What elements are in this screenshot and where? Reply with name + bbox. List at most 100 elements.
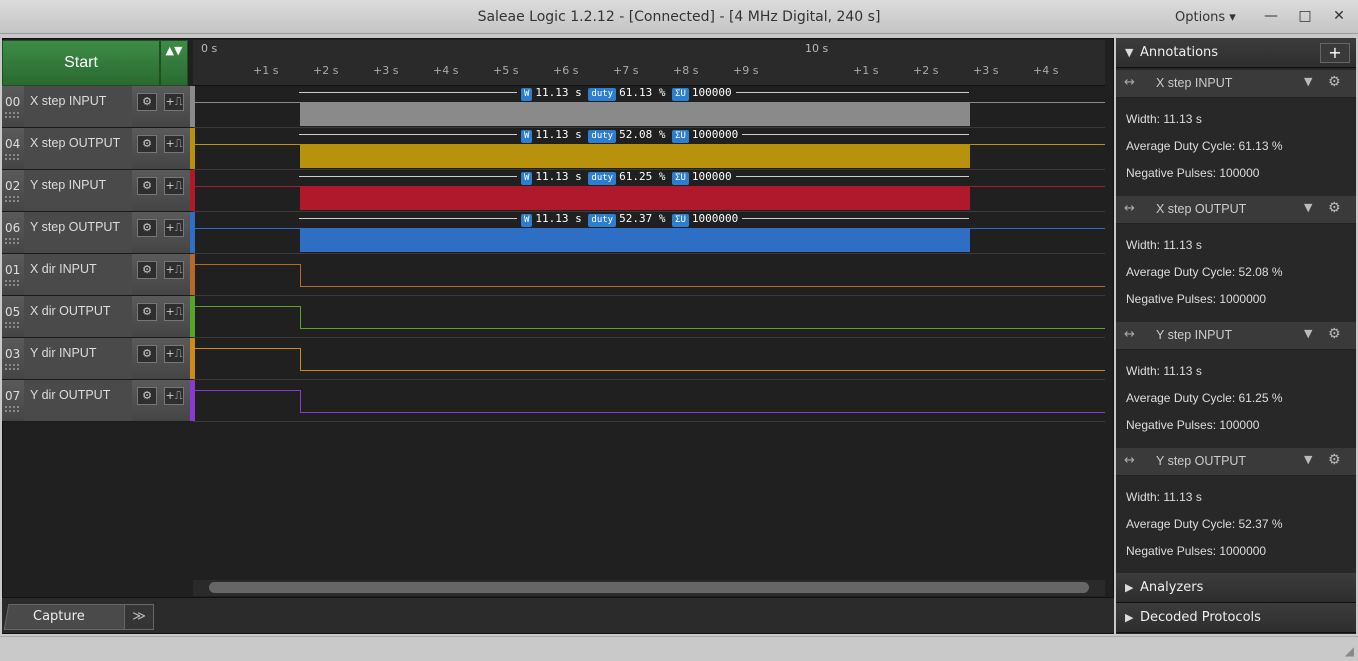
ruler-tick: +3 s xyxy=(373,64,399,77)
high-level xyxy=(193,348,300,349)
drag-grip-icon[interactable] xyxy=(5,238,19,244)
drag-grip-icon[interactable] xyxy=(5,154,19,160)
gear-icon[interactable]: ⚙ xyxy=(137,303,157,321)
add-annotation-button[interactable]: + xyxy=(1320,43,1350,63)
channel-row[interactable]: 04 X step OUTPUT ⚙ +⎍ xyxy=(2,128,195,170)
channel-trace[interactable] xyxy=(193,380,1105,422)
ruler-major-right: 10 s xyxy=(805,42,829,55)
annotation-header[interactable]: ↔ Y step OUTPUT ▼ ⚙ xyxy=(1116,448,1356,476)
gear-icon[interactable]: ⚙ xyxy=(137,135,157,153)
scrollbar-thumb[interactable] xyxy=(209,582,1089,593)
gear-icon[interactable]: ⚙ xyxy=(1328,452,1341,468)
gear-icon[interactable]: ⚙ xyxy=(1328,74,1341,90)
channel-name[interactable]: X step OUTPUT xyxy=(24,128,132,169)
annotations-title: Annotations xyxy=(1140,45,1219,60)
measurement-bar: W 11.13 s duty 52.37 % ΣU 1000000 xyxy=(299,212,969,227)
annotation-channel[interactable]: Y step INPUT xyxy=(1156,328,1232,342)
channel-row[interactable]: 01 X dir INPUT ⚙ +⎍ xyxy=(2,254,195,296)
channel-name[interactable]: Y step OUTPUT xyxy=(24,212,132,253)
count-badge: ΣU xyxy=(672,172,689,185)
channel-row[interactable]: 06 Y step OUTPUT ⚙ +⎍ xyxy=(2,212,195,254)
gear-icon[interactable]: ⚙ xyxy=(137,219,157,237)
channel-trace[interactable]: W 11.13 s duty 61.13 % ΣU 100000 xyxy=(193,86,1105,128)
start-button[interactable]: Start xyxy=(2,40,160,86)
expand-tab[interactable]: ≫ xyxy=(124,604,154,630)
chevron-down-icon[interactable]: ▼ xyxy=(1304,201,1312,214)
gear-icon[interactable]: ⚙ xyxy=(137,177,157,195)
channel-trace[interactable] xyxy=(193,254,1105,296)
resize-grip-icon[interactable]: ◢ xyxy=(1345,644,1354,658)
channel-number: 00 xyxy=(5,95,21,109)
annotation-channel[interactable]: X step OUTPUT xyxy=(1156,202,1246,216)
duty-value: 61.13 % xyxy=(619,86,666,99)
channel-name[interactable]: X dir INPUT xyxy=(24,254,132,295)
maximize-button[interactable]: □ xyxy=(1291,5,1319,27)
duty-value: 52.08 % xyxy=(619,128,666,141)
trigger-icon[interactable]: +⎍ xyxy=(164,135,184,153)
annotation-channel[interactable]: X step INPUT xyxy=(1156,76,1232,90)
trigger-icon[interactable]: +⎍ xyxy=(164,219,184,237)
trigger-icon[interactable]: +⎍ xyxy=(164,345,184,363)
drag-grip-icon[interactable] xyxy=(5,280,19,286)
drag-grip-icon[interactable] xyxy=(5,364,19,370)
channel-trace[interactable]: W 11.13 s duty 52.08 % ΣU 1000000 xyxy=(193,128,1105,170)
channel-name[interactable]: X step INPUT xyxy=(24,86,132,127)
annotation-duty: Average Duty Cycle: 52.08 % xyxy=(1126,265,1283,279)
gear-icon[interactable]: ⚙ xyxy=(1328,200,1341,216)
trigger-icon[interactable]: +⎍ xyxy=(164,303,184,321)
start-options-arrows[interactable]: ▲▼ xyxy=(160,40,188,86)
channel-name[interactable]: Y dir OUTPUT xyxy=(24,380,132,421)
gear-icon[interactable]: ⚙ xyxy=(137,93,157,111)
close-button[interactable]: ✕ xyxy=(1325,5,1353,27)
channel-name[interactable]: X dir OUTPUT xyxy=(24,296,132,337)
trigger-icon[interactable]: +⎍ xyxy=(164,93,184,111)
channel-trace[interactable]: W 11.13 s duty 52.37 % ΣU 1000000 xyxy=(193,212,1105,254)
width-value: 11.13 s xyxy=(535,86,582,99)
measurement-bar: W 11.13 s duty 61.13 % ΣU 100000 xyxy=(299,86,969,101)
annotation-header[interactable]: ↔ X step INPUT ▼ ⚙ xyxy=(1116,70,1356,98)
channel-name[interactable]: Y dir INPUT xyxy=(24,338,132,379)
waveform-area[interactable]: W 11.13 s duty 61.13 % ΣU 100000 W 11.13 s d… xyxy=(193,86,1105,422)
drag-grip-icon[interactable] xyxy=(5,322,19,328)
drag-grip-icon[interactable] xyxy=(5,196,19,202)
trigger-icon[interactable]: +⎍ xyxy=(164,387,184,405)
chevron-down-icon[interactable]: ▼ xyxy=(1304,327,1312,340)
drag-grip-icon[interactable] xyxy=(5,406,19,412)
channel-trace[interactable] xyxy=(193,296,1105,338)
channel-trace[interactable] xyxy=(193,338,1105,380)
channel-trace[interactable]: W 11.13 s duty 61.25 % ΣU 100000 xyxy=(193,170,1105,212)
measurement-values: W 11.13 s duty 52.37 % ΣU 1000000 xyxy=(517,212,743,227)
annotation-duty: Average Duty Cycle: 52.37 % xyxy=(1126,517,1283,531)
channel-row[interactable]: 00 X step INPUT ⚙ +⎍ xyxy=(2,86,195,128)
options-menu[interactable]: Options ▾ xyxy=(1175,10,1236,25)
channel-name[interactable]: Y step INPUT xyxy=(24,170,132,211)
capture-tab[interactable]: Capture xyxy=(3,604,135,630)
channel-row[interactable]: 07 Y dir OUTPUT ⚙ +⎍ xyxy=(2,380,195,422)
annotation-header[interactable]: ↔ Y step INPUT ▼ ⚙ xyxy=(1116,322,1356,350)
annotation-negative: Negative Pulses: 100000 xyxy=(1126,166,1260,180)
annotation-channel[interactable]: Y step OUTPUT xyxy=(1156,454,1246,468)
channel-row[interactable]: 02 Y step INPUT ⚙ +⎍ xyxy=(2,170,195,212)
gear-icon[interactable]: ⚙ xyxy=(1328,326,1341,342)
minimize-button[interactable]: — xyxy=(1257,5,1285,27)
gear-icon[interactable]: ⚙ xyxy=(137,345,157,363)
chevron-down-icon[interactable]: ▼ xyxy=(1304,453,1312,466)
pulse-block xyxy=(300,229,970,252)
decoded-protocols-header[interactable]: ▶ Decoded Protocols xyxy=(1116,603,1356,633)
gear-icon[interactable]: ⚙ xyxy=(137,261,157,279)
trigger-icon[interactable]: +⎍ xyxy=(164,177,184,195)
chevron-down-icon[interactable]: ▼ xyxy=(1304,75,1312,88)
expand-triangle-icon: ▶ xyxy=(1125,581,1134,594)
analyzers-header[interactable]: ▶ Analyzers xyxy=(1116,573,1356,603)
drag-grip-icon[interactable] xyxy=(5,112,19,118)
time-ruler[interactable]: 0 s 10 s +1 s +2 s +3 s +4 s +5 s +6 s +7 s +8 … xyxy=(193,40,1105,86)
annotation-header[interactable]: ↔ X step OUTPUT ▼ ⚙ xyxy=(1116,196,1356,224)
trigger-icon[interactable]: +⎍ xyxy=(164,261,184,279)
channel-row[interactable]: 03 Y dir INPUT ⚙ +⎍ xyxy=(2,338,195,380)
width-value: 11.13 s xyxy=(535,128,582,141)
edge xyxy=(300,306,301,328)
gear-icon[interactable]: ⚙ xyxy=(137,387,157,405)
horizontal-scrollbar[interactable] xyxy=(193,580,1105,596)
channel-row[interactable]: 05 X dir OUTPUT ⚙ +⎍ xyxy=(2,296,195,338)
annotations-header[interactable]: ▼ Annotations + xyxy=(1116,38,1356,68)
